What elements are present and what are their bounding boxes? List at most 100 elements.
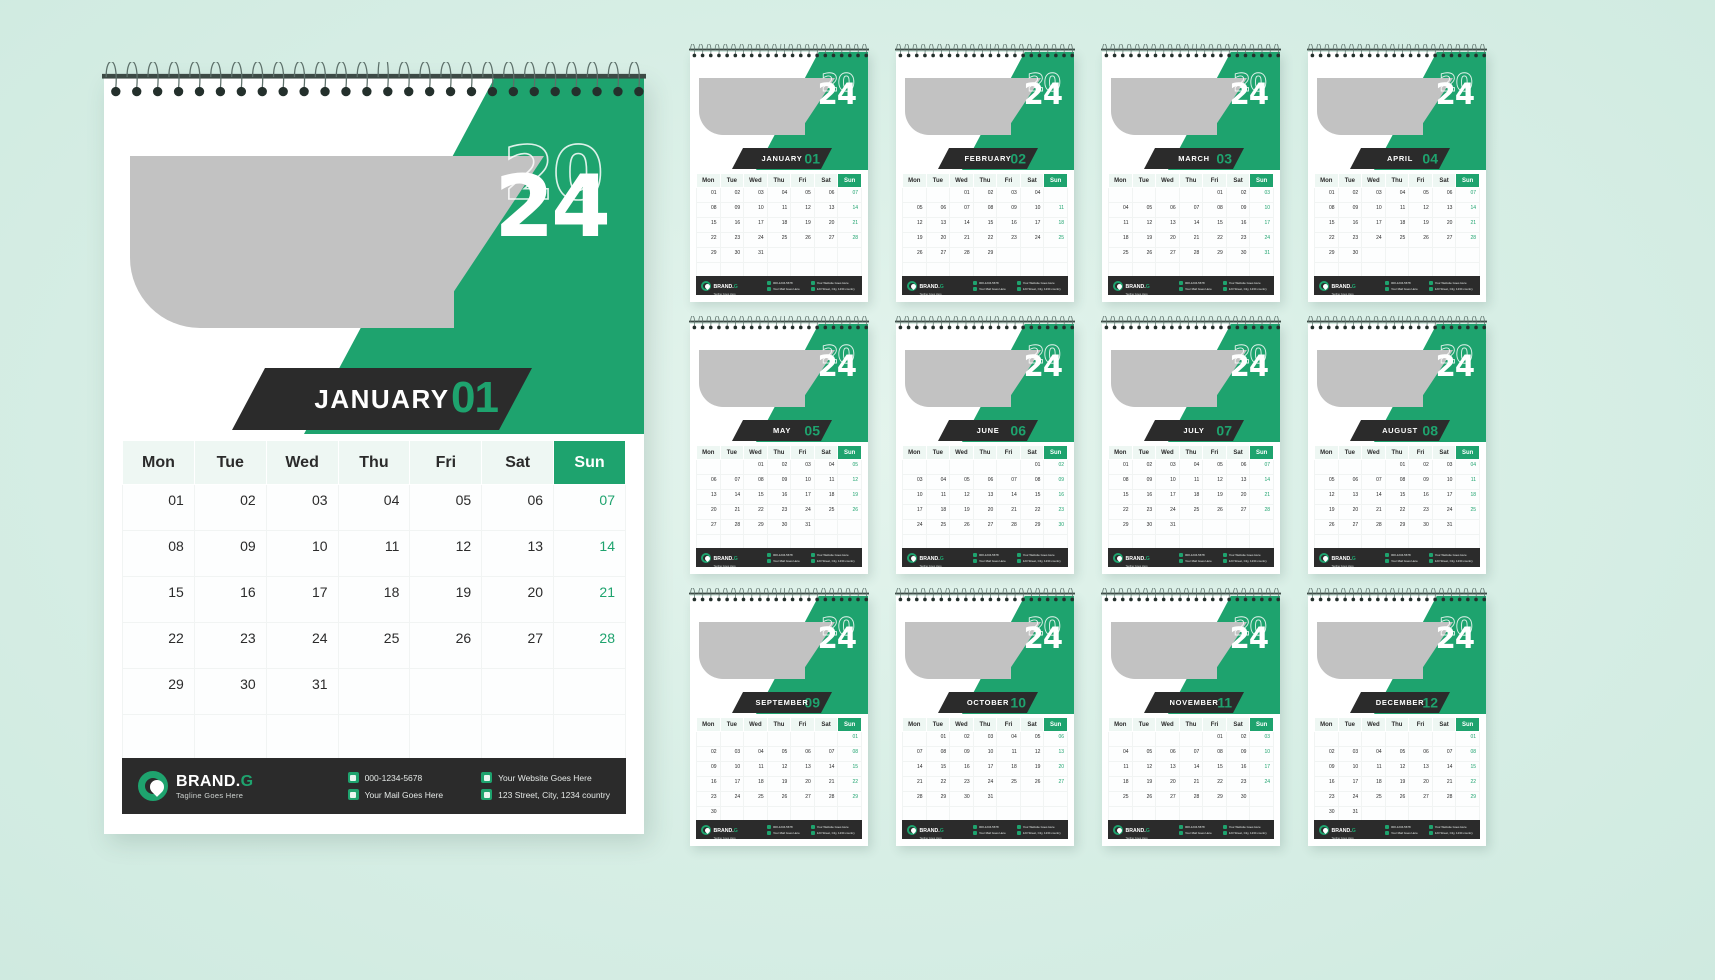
date-cell[interactable]: 09 [696,761,721,777]
date-cell[interactable]: 24 [1431,504,1457,520]
date-cell[interactable]: 14 [1431,761,1457,777]
date-cell[interactable]: 08 [122,530,195,577]
date-cell[interactable]: 09 [719,202,745,218]
date-cell[interactable]: 17 [1431,489,1457,505]
date-cell[interactable]: 02 [696,746,721,762]
date-cell[interactable]: 20 [790,776,815,792]
date-cell[interactable]: 18 [743,776,768,792]
date-cell[interactable]: 09 [1225,202,1251,218]
date-cell[interactable]: 24 [902,519,927,535]
date-cell[interactable]: 16 [1408,489,1433,505]
date-cell[interactable]: 04 [925,474,951,490]
date-cell[interactable]: 11 [1361,761,1386,777]
date-cell[interactable]: 02 [1043,459,1068,475]
date-cell[interactable]: 02 [1225,731,1251,747]
date-cell[interactable]: 14 [1455,202,1480,218]
date-cell[interactable]: 09 [996,202,1021,218]
date-cell[interactable]: 03 [719,746,745,762]
date-cell[interactable]: 24 [972,776,998,792]
date-cell[interactable]: 17 [1337,776,1363,792]
date-cell[interactable]: 28 [902,791,927,807]
date-cell[interactable]: 01 [1108,459,1133,475]
date-cell[interactable]: 07 [719,474,745,490]
date-cell[interactable]: 23 [996,232,1021,248]
date-cell[interactable]: 03 [1431,459,1457,475]
date-cell[interactable]: 30 [1225,791,1251,807]
date-cell[interactable]: 13 [696,489,721,505]
date-cell[interactable]: 25 [996,776,1021,792]
date-cell[interactable]: 10 [1019,202,1045,218]
date-cell[interactable]: 11 [925,489,951,505]
month-thumbnail-july[interactable]: 20 24 07 JULY Mon Tue Wed Thu Fri Sat Sun 01 02 03 04 0… [1101,316,1281,574]
date-cell[interactable]: 25 [337,622,411,669]
date-cell[interactable]: 29 [1108,519,1133,535]
date-cell[interactable]: 24 [743,232,768,248]
date-cell[interactable]: 01 [1314,187,1339,203]
date-cell[interactable]: 30 [949,791,974,807]
date-cell[interactable]: 13 [1337,489,1363,505]
date-cell[interactable]: 12 [1384,761,1410,777]
date-cell[interactable]: 30 [1337,247,1363,263]
month-thumbnail-october[interactable]: 20 24 10 OCTOBER Mon Tue Wed Thu Fri Sat Sun 01 02 03… [895,588,1075,846]
date-cell[interactable]: 14 [1361,489,1386,505]
date-cell[interactable]: 08 [1202,202,1227,218]
date-cell[interactable]: 11 [1384,202,1410,218]
date-cell[interactable]: 17 [265,576,339,623]
date-cell[interactable]: 05 [790,187,815,203]
date-cell[interactable]: 11 [766,202,792,218]
date-cell[interactable]: 29 [696,247,721,263]
date-cell[interactable]: 21 [902,776,927,792]
date-cell[interactable]: 17 [1249,217,1274,233]
date-cell[interactable]: 13 [1408,761,1433,777]
date-cell[interactable]: 07 [1249,459,1274,475]
date-cell[interactable]: 21 [1178,232,1204,248]
date-cell[interactable]: 07 [553,484,626,531]
date-cell[interactable]: 16 [1225,217,1251,233]
date-cell[interactable]: 26 [766,791,792,807]
date-cell[interactable]: 26 [1314,519,1339,535]
date-cell[interactable]: 01 [696,187,721,203]
date-cell[interactable]: 18 [925,504,951,520]
date-cell[interactable]: 25 [1384,232,1410,248]
date-cell[interactable]: 26 [949,519,974,535]
date-cell[interactable]: 12 [1019,746,1045,762]
date-cell[interactable]: 12 [766,761,792,777]
date-cell[interactable]: 21 [1249,489,1274,505]
date-cell[interactable]: 29 [1202,247,1227,263]
date-cell[interactable]: 29 [743,519,768,535]
date-cell[interactable]: 06 [481,484,555,531]
date-cell[interactable]: 21 [813,776,839,792]
date-cell[interactable]: 20 [972,504,998,520]
date-cell[interactable]: 10 [743,202,768,218]
date-cell[interactable]: 10 [972,746,998,762]
date-cell[interactable]: 22 [1019,504,1045,520]
date-cell[interactable]: 17 [1249,761,1274,777]
date-cell[interactable]: 19 [949,504,974,520]
date-cell[interactable]: 14 [813,761,839,777]
date-cell[interactable]: 13 [1043,746,1068,762]
date-cell[interactable]: 03 [1249,731,1274,747]
date-cell[interactable]: 03 [1249,187,1274,203]
date-cell[interactable]: 19 [902,232,927,248]
date-cell[interactable]: 12 [1202,474,1227,490]
date-cell[interactable]: 10 [265,530,339,577]
date-cell[interactable]: 03 [902,474,927,490]
date-cell[interactable]: 02 [1408,459,1433,475]
date-cell[interactable]: 06 [1337,474,1363,490]
date-cell[interactable]: 04 [1455,459,1480,475]
date-cell[interactable]: 28 [837,232,862,248]
date-cell[interactable]: 16 [996,217,1021,233]
date-cell[interactable]: 19 [1314,504,1339,520]
date-cell[interactable]: 28 [719,519,745,535]
date-cell[interactable]: 19 [837,489,862,505]
date-cell[interactable]: 11 [1108,217,1133,233]
month-thumbnail-february[interactable]: 20 24 02 FEBRUARY Mon Tue Wed Thu Fri Sat Sun 01 02 0… [895,44,1075,302]
date-cell[interactable]: 17 [1155,489,1180,505]
date-cell[interactable]: 26 [1384,791,1410,807]
date-cell[interactable]: 08 [1019,474,1045,490]
date-cell[interactable]: 22 [1202,776,1227,792]
date-cell[interactable]: 20 [1225,489,1251,505]
date-cell[interactable]: 17 [1361,217,1386,233]
date-cell[interactable]: 13 [813,202,839,218]
date-cell[interactable]: 27 [696,519,721,535]
